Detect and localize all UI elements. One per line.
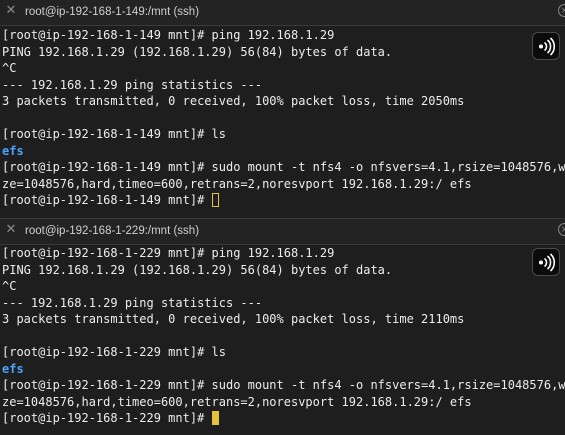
- terminal-line: [root@ip-192-168-1-149 mnt]# ls: [2, 127, 226, 141]
- text-cursor: [211, 193, 219, 207]
- tab-title[interactable]: root@ip-192-168-1-229:/mnt (ssh): [25, 224, 199, 238]
- terminal-line: [root@ip-192-168-1-229 mnt]# ping 192.16…: [2, 246, 335, 260]
- prompt-line[interactable]: [root@ip-192-168-1-229 mnt]#: [2, 410, 562, 427]
- terminal-line: ^C: [2, 61, 17, 75]
- terminal-line: --- 192.168.1.29 ping statistics ---: [2, 295, 263, 310]
- terminal-line: ze=1048576,hard,timeo=600,retrans=2,nore…: [2, 394, 472, 409]
- tab-title[interactable]: root@ip-192-168-1-149:/mnt (ssh): [25, 5, 199, 19]
- terminal-line: PING 192.168.1.29 (192.168.1.29) 56(84) …: [2, 262, 393, 277]
- terminal-pane-2[interactable]: ✕ root@ip-192-168-1-229:/mnt (ssh) × [ro…: [0, 218, 565, 435]
- terminal-output[interactable]: [root@ip-192-168-1-229 mnt]# ping 192.16…: [2, 245, 565, 427]
- bell-icon[interactable]: [532, 248, 560, 276]
- tab-overflow-icon[interactable]: ×: [558, 223, 565, 236]
- terminal-line: [root@ip-192-168-1-229 mnt]# sudo mount …: [2, 378, 565, 392]
- tab-overflow-icon[interactable]: ×: [558, 4, 565, 17]
- terminal-line: PING 192.168.1.29 (192.168.1.29) 56(84) …: [2, 44, 393, 59]
- tab-bar: ✕ root@ip-192-168-1-229:/mnt (ssh) ×: [0, 218, 565, 245]
- prompt-line[interactable]: [root@ip-192-168-1-149 mnt]#: [2, 192, 562, 209]
- close-icon[interactable]: ✕: [4, 4, 18, 18]
- prompt: [root@ip-192-168-1-149 mnt]#: [2, 193, 212, 207]
- close-icon[interactable]: ✕: [4, 223, 18, 237]
- terminal-line: [root@ip-192-168-1-149 mnt]# ping 192.16…: [2, 28, 335, 42]
- terminal-line: [root@ip-192-168-1-229 mnt]# ls: [2, 345, 226, 359]
- text-cursor: [211, 411, 219, 425]
- directory-entry: efs: [2, 143, 24, 158]
- terminal-line: 3 packets transmitted, 0 received, 100% …: [2, 94, 465, 108]
- terminal-pane-1[interactable]: ✕ root@ip-192-168-1-149:/mnt (ssh) × [ro…: [0, 0, 565, 218]
- terminal-line: 3 packets transmitted, 0 received, 100% …: [2, 312, 465, 326]
- terminal-line: --- 192.168.1.29 ping statistics ---: [2, 77, 263, 92]
- terminal-line: [root@ip-192-168-1-149 mnt]# sudo mount …: [2, 160, 565, 174]
- tab-bar: ✕ root@ip-192-168-1-149:/mnt (ssh) ×: [0, 0, 565, 26]
- terminal-line: ze=1048576,hard,timeo=600,retrans=2,nore…: [2, 176, 472, 191]
- terminal-output[interactable]: [root@ip-192-168-1-149 mnt]# ping 192.16…: [2, 27, 565, 209]
- terminal-line: ^C: [2, 279, 17, 293]
- directory-entry: efs: [2, 361, 24, 376]
- prompt: [root@ip-192-168-1-229 mnt]#: [2, 411, 212, 425]
- bell-icon[interactable]: [532, 32, 560, 60]
